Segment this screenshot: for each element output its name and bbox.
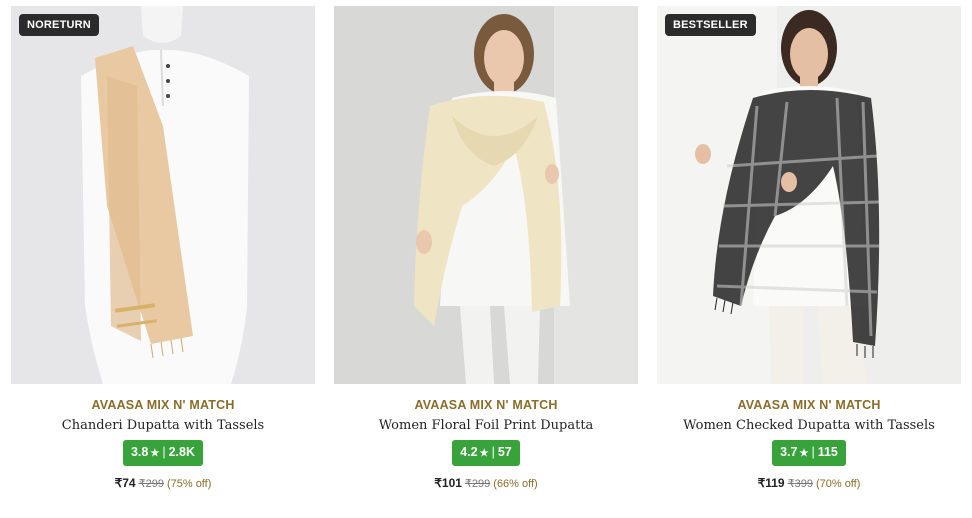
price-line: ₹119 ₹399 (70% off) [657,476,961,490]
review-count: 57 [497,445,512,459]
peach-dupatta-image [11,6,315,384]
rating-value: 4.2 [460,445,478,459]
price-line: ₹74 ₹299 (75% off) [11,476,315,490]
star-icon: ★ [799,448,809,459]
price: ₹74 [114,476,136,490]
product-image[interactable]: BESTSELLER [657,6,961,384]
rating-badge: 3.8 ★ | 2.8K [122,440,203,466]
review-count: 115 [817,445,838,459]
product-card[interactable]: AVAASA MIX N' MATCH Women Floral Foil Pr… [334,6,638,506]
rating-value: 3.7 [780,445,798,459]
rating-value: 3.8 [130,445,149,459]
brand-name: AVAASA MIX N' MATCH [737,398,881,412]
mrp: ₹399 [787,478,813,490]
mrp: ₹299 [138,478,164,490]
mrp: ₹299 [464,478,491,490]
product-image[interactable] [334,6,638,384]
brand-name: AVAASA MIX N' MATCH [91,398,235,412]
cream-dupatta-image [334,6,638,384]
price: ₹101 [434,476,462,490]
price: ₹119 [757,476,785,490]
product-card[interactable]: NORETURN AVAASA MIX N' MATCH Chanderi Du… [11,6,315,506]
rating-badge: 3.7 ★ | 115 [772,440,846,466]
rating-badge: 4.2 ★ | 57 [452,440,520,466]
product-card[interactable]: BESTSELLER AVAASA MIX N' MATCH Women Che… [657,6,961,506]
discount: (66% off) [493,478,538,490]
discount: (75% off) [166,478,212,490]
discount: (70% off) [815,478,861,490]
product-title[interactable]: Women Floral Foil Print Dupatta [334,417,638,435]
product-title[interactable]: Chanderi Dupatta with Tassels [11,417,315,435]
bestseller-badge: BESTSELLER [665,14,756,36]
product-title[interactable]: Women Checked Dupatta with Tassels [657,417,961,435]
star-icon: ★ [150,448,160,459]
price-line: ₹101 ₹299 (66% off) [334,476,638,490]
product-grid: NORETURN AVAASA MIX N' MATCH Chanderi Du… [0,0,972,518]
star-icon: ★ [479,448,489,459]
product-image[interactable]: NORETURN [11,6,315,384]
review-count: 2.8K [168,445,195,459]
noreturn-badge: NORETURN [19,14,99,36]
black-checked-dupatta-image [657,6,961,384]
brand-name: AVAASA MIX N' MATCH [414,398,558,412]
